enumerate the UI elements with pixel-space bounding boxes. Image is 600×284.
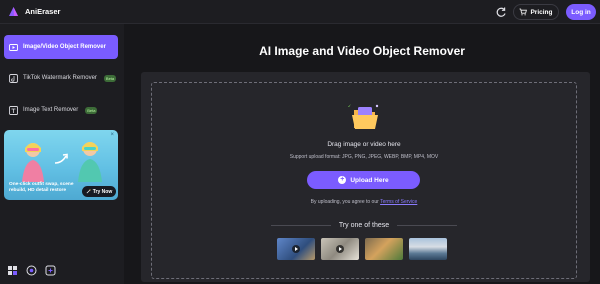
plus-icon: +: [338, 176, 347, 184]
promo-person-after-image: [78, 142, 102, 182]
promo-caption: One-click outfit swap, scene rebuild, HD…: [9, 182, 74, 193]
sidebar-item-label: Image/Video Object Remover: [23, 44, 106, 50]
ios-app-icon[interactable]: [45, 265, 56, 276]
play-icon: [336, 245, 344, 253]
beta-badge: Beta: [103, 74, 117, 82]
sample-image-thumbnail[interactable]: [365, 238, 403, 260]
promo-person-before-image: [22, 143, 44, 182]
sample-video-thumbnail[interactable]: [277, 238, 315, 260]
sample-header: Try one of these: [151, 222, 577, 229]
top-bar: AniEraser Pricing Log in: [0, 0, 600, 24]
page-title: AI Image and Video Object Remover: [259, 44, 465, 58]
windows-app-icon[interactable]: [7, 265, 18, 276]
try-now-button[interactable]: Try Now: [82, 186, 116, 197]
upload-button[interactable]: + Upload Here: [307, 171, 420, 189]
terms-notice: By uploading, you agree to our Terms of …: [151, 199, 577, 205]
refresh-icon[interactable]: [495, 6, 507, 18]
promo-banner[interactable]: × One-click outfit swap, scene rebuild, …: [4, 130, 118, 200]
mac-app-icon[interactable]: [26, 265, 37, 276]
sample-thumbnails: [277, 238, 447, 260]
image-text-icon: [9, 105, 18, 115]
divider: [397, 225, 458, 226]
try-now-label: Try Now: [92, 188, 113, 195]
sidebar-item-label: TikTok Watermark Remover: [23, 75, 97, 81]
beta-badge: Beta: [85, 106, 98, 114]
cart-icon: [519, 8, 528, 16]
folder-icon: [348, 104, 379, 129]
tiktok-icon: [9, 73, 18, 83]
sample-image-thumbnail[interactable]: [409, 238, 447, 260]
transform-arrow-icon: [54, 153, 68, 164]
sidebar-item-image-text-remover[interactable]: Image Text Remover Beta: [4, 98, 118, 122]
pricing-button[interactable]: Pricing: [513, 4, 559, 20]
sidebar-item-tiktok-watermark-remover[interactable]: TikTok Watermark Remover Beta: [4, 66, 118, 90]
brand[interactable]: AniEraser: [7, 5, 60, 18]
pricing-label: Pricing: [530, 8, 553, 16]
try-samples-label: Try one of these: [338, 222, 390, 229]
app-logo-icon: [9, 7, 18, 16]
sample-video-thumbnail[interactable]: [321, 238, 359, 260]
supported-formats: Support upload format: JPG, PNG, JPEG, W…: [289, 154, 439, 160]
play-icon: [292, 245, 300, 253]
image-video-icon: [9, 43, 18, 51]
divider: [270, 225, 331, 226]
sidebar: Image/Video Object Remover TikTok Waterm…: [0, 24, 124, 284]
terms-prefix: By uploading, you agree to our: [310, 199, 379, 205]
close-icon[interactable]: ×: [110, 132, 114, 138]
sidebar-item-image-video-object-remover[interactable]: Image/Video Object Remover: [4, 35, 118, 59]
app-name: AniEraser: [25, 7, 61, 16]
sidebar-bottom-icons: [7, 265, 56, 276]
upload-label: Upload Here: [350, 176, 389, 184]
sidebar-item-label: Image Text Remover: [23, 107, 79, 113]
drag-instructions: Drag image or video here: [327, 141, 401, 148]
login-button[interactable]: Log in: [566, 4, 596, 20]
terms-of-service-link[interactable]: Terms of Service: [380, 199, 417, 205]
wand-icon: [86, 189, 91, 194]
